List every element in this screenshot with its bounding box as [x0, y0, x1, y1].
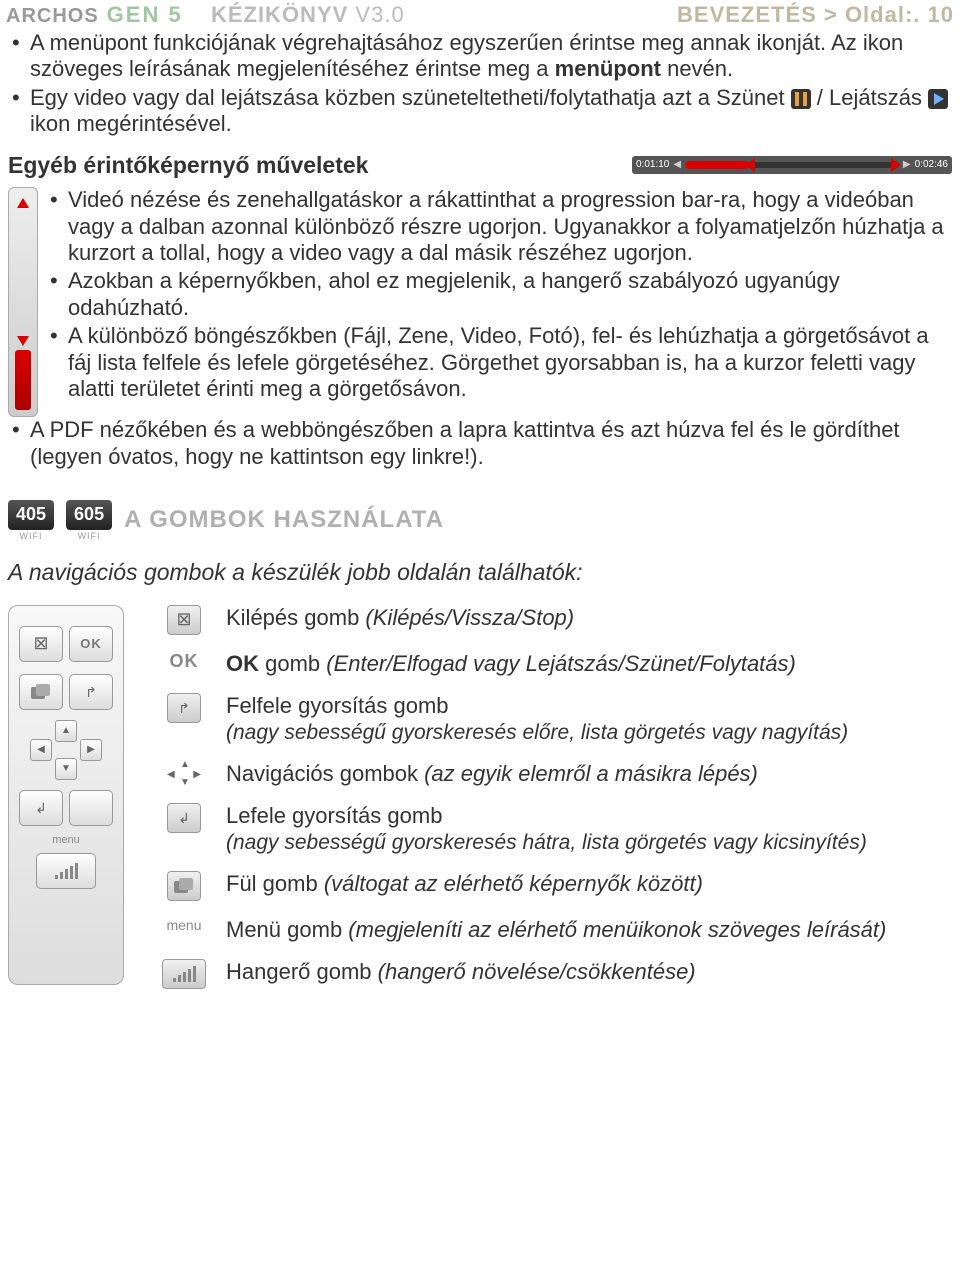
button-row-exit: ⊠ Kilépés gomb (Kilépés/Vissza/Stop) [156, 605, 952, 635]
button-row-ok: OK OK gomb (Enter/Elfogad vagy Lejátszás… [156, 651, 952, 677]
menu-icon: menu [166, 917, 201, 934]
exit-icon: ⊠ [167, 605, 201, 635]
speed-up-icon: ↱ [167, 693, 201, 723]
page-header: ARCHOS GEN 5 KÉZIKÖNYV V3.0 BEVEZETÉS > … [0, 0, 960, 28]
buttons-section-title: A GOMBOK HASZNÁLATA [124, 506, 444, 535]
speed-down-icon: ↲ [167, 803, 201, 833]
device-exit-button: ⊠ [19, 626, 63, 662]
manual-title: KÉZIKÖNYV V3.0 [211, 2, 405, 28]
volume-icon [162, 959, 206, 989]
button-row-volume: Hangerő gomb (hangerő növelése/csökkenté… [156, 959, 952, 989]
breadcrumb: BEVEZETÉS > Oldal:. 10 [677, 2, 954, 28]
device-menu-button [69, 790, 113, 826]
product-gen: GEN 5 [107, 2, 183, 28]
volume-slider-illustration [8, 187, 42, 417]
device-tab-button [19, 674, 63, 710]
device-speed-down-button: ↲ [19, 790, 63, 826]
device-volume-button [36, 853, 96, 889]
device-panel-illustration: ⊠ OK ↱ ▲ ▼ ◀ ▶ ↲ menu [8, 605, 138, 1005]
time-right: 0:02:46 [911, 159, 952, 171]
intro-bullet-list: A menüpont funkciójának végrehajtásához … [8, 30, 952, 138]
list-item: Azokban a képernyőkben, ahol ez megjelen… [46, 268, 952, 321]
play-icon [928, 89, 948, 109]
list-item: Videó nézése és zenehallgatáskor a rákat… [46, 187, 952, 266]
time-left: 0:01:10 [632, 159, 673, 171]
device-speed-up-button: ↱ [69, 674, 113, 710]
dpad-icon: ▲▼ ◀▶ [169, 761, 199, 787]
button-row-nav: ▲▼ ◀▶ Navigációs gombok (az egyik elemrő… [156, 761, 952, 787]
button-row-speed-down: ↲ Lefele gyorsítás gomb(nagy sebességű g… [156, 803, 952, 855]
list-item: A menüpont funkciójának végrehajtásához … [8, 30, 952, 83]
list-item: A különböző böngészőkben (Fájl, Zene, Vi… [46, 323, 952, 402]
button-row-tab: Fül gomb (váltogat az elérhető képernyők… [156, 871, 952, 901]
button-descriptions: ⊠ Kilépés gomb (Kilépés/Vissza/Stop) OK … [156, 605, 952, 1005]
section-badges: 405 WIFI 605 WIFI A GOMBOK HASZNÁLATA [8, 500, 952, 541]
button-row-menu: menu Menü gomb (megjeleníti az elérhető … [156, 917, 952, 943]
list-item: A PDF nézőkében és a webböngészőben a la… [8, 417, 952, 470]
buttons-intro: A navigációs gombok a készülék jobb olda… [8, 559, 952, 587]
model-badge-405: 405 [8, 500, 54, 530]
button-row-speed-up: ↱ Felfele gyorsítás gomb(nagy sebességű … [156, 693, 952, 745]
tab-switch-icon [167, 871, 201, 901]
device-dpad: ▲ ▼ ◀ ▶ [26, 720, 106, 780]
device-ok-button: OK [69, 626, 113, 662]
pause-icon [791, 89, 811, 109]
device-menu-label: menu [17, 834, 115, 847]
progress-bar-illustration: 0:01:10 ◀ ▶ 0:02:46 [632, 156, 952, 180]
brand-logo: ARCHOS [6, 5, 99, 28]
list-item: Egy video vagy dal lejátszása közben szü… [8, 85, 952, 138]
ok-icon: OK [170, 651, 199, 673]
pdf-bullet-list: A PDF nézőkében és a webböngészőben a la… [8, 417, 952, 470]
mid-bullet-list: Videó nézése és zenehallgatáskor a rákat… [46, 187, 952, 402]
model-badge-605: 605 [66, 500, 112, 530]
